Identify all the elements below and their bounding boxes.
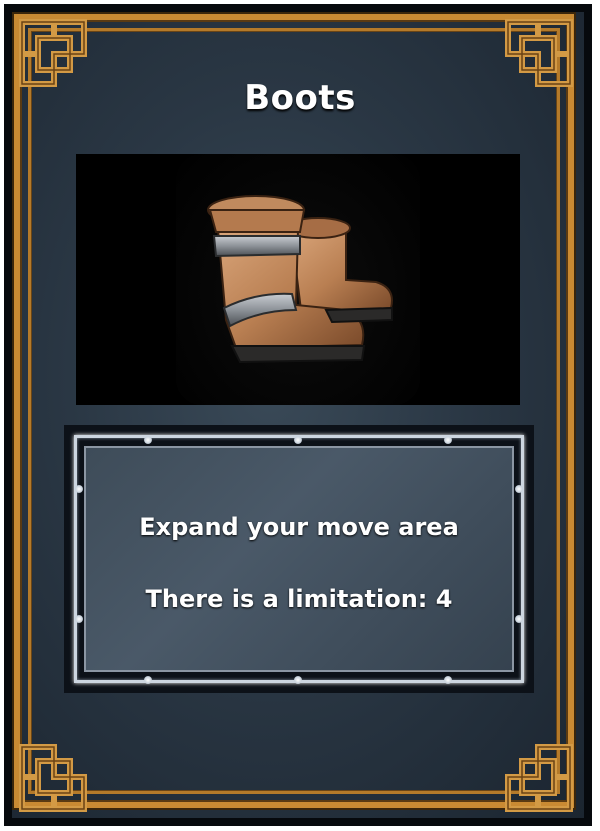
description-panel: [64, 425, 534, 693]
item-art-panel: [76, 154, 520, 405]
stud-icon: [444, 436, 452, 444]
stud-icon: [144, 436, 152, 444]
stud-icon: [444, 676, 452, 684]
description-inner-frame: [84, 446, 514, 672]
stud-icon: [515, 485, 523, 493]
description-line-1: Expand your move area: [139, 513, 459, 541]
stud-icon: [515, 615, 523, 623]
stud-icon: [75, 485, 83, 493]
stud-icon: [144, 676, 152, 684]
boots-icon: [207, 195, 393, 364]
stud-icon: [294, 436, 302, 444]
stud-icon: [75, 615, 83, 623]
card-title: Boots: [244, 78, 356, 118]
stud-icon: [294, 676, 302, 684]
knot-ornament-icon: [14, 717, 114, 817]
knot-ornament-icon: [478, 717, 578, 817]
description-line-2: There is a limitation: 4: [145, 585, 453, 613]
